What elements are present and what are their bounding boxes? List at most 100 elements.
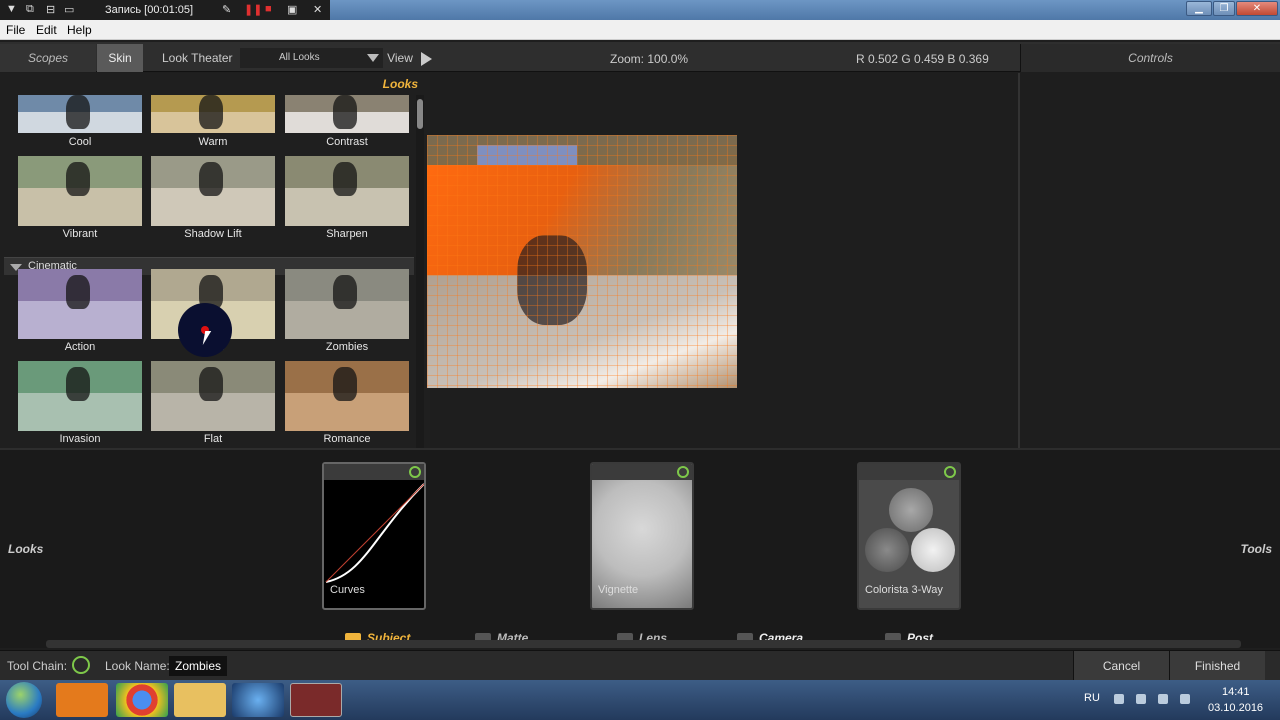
- look-thumb-cool[interactable]: [18, 95, 142, 133]
- tray-network-icon[interactable]: [1136, 694, 1146, 704]
- preview-grid: [427, 135, 737, 388]
- window-close-button[interactable]: ✕: [1236, 1, 1278, 16]
- bottom-bar: Tool Chain: Look Name: Zombies Cancel Fi…: [0, 650, 1280, 681]
- tool-chain-scrollbar[interactable]: [46, 640, 1241, 648]
- skin-tab[interactable]: Skin: [97, 44, 143, 72]
- look-label-flat: Flat: [203, 433, 223, 445]
- cancel-button[interactable]: Cancel: [1073, 651, 1169, 681]
- app-window: ▼ ⧉ ⊟ ▭ Запись [00:01:05] ✎ ❚❚ ■ ▣ ✕ ▁ ❐…: [0, 0, 1280, 720]
- looks-filter-select[interactable]: All Looks: [240, 48, 383, 68]
- taskbar: RU 14:41 03.10.2016: [0, 680, 1280, 720]
- language-indicator[interactable]: RU: [1084, 692, 1100, 704]
- tool-header: [859, 464, 959, 480]
- look-label-action: Action: [64, 341, 96, 353]
- app-icon[interactable]: [232, 683, 284, 717]
- pencil-icon[interactable]: ✎: [222, 3, 231, 16]
- tray-volume-icon[interactable]: [1158, 694, 1168, 704]
- controls-panel-divider: [1018, 73, 1020, 449]
- rgb-readout: R 0.502 G 0.459 B 0.369: [856, 52, 989, 66]
- media-player-icon[interactable]: [56, 683, 108, 717]
- tool-header: [592, 464, 692, 480]
- tray-signal-icon[interactable]: [1180, 694, 1190, 704]
- look-label-contrast: Contrast: [326, 136, 368, 148]
- color-wheel-shadows[interactable]: [865, 528, 909, 572]
- look-label-warm: Warm: [198, 136, 228, 148]
- look-name-label: Look Name:: [105, 659, 170, 673]
- curves-label: Curves: [330, 584, 365, 596]
- look-thumb-flat[interactable]: [151, 361, 275, 431]
- menu-edit[interactable]: Edit: [36, 23, 57, 37]
- look-label-romance: Romance: [323, 433, 371, 445]
- look-label-vibrant: Vibrant: [62, 228, 98, 240]
- looks-header: Looks: [382, 77, 418, 91]
- power-icon[interactable]: [944, 466, 956, 478]
- looks-filter-value: All Looks: [279, 52, 320, 63]
- tools-side-label: Tools: [1240, 542, 1272, 556]
- looks-side-label: Looks: [8, 542, 44, 556]
- close-icon[interactable]: ✕: [313, 3, 322, 16]
- recording-title: Запись [00:01:05]: [105, 4, 194, 16]
- camera-icon[interactable]: ▣: [287, 3, 297, 16]
- look-name-input[interactable]: Zombies: [169, 656, 227, 676]
- look-thumb-invasion[interactable]: [18, 361, 142, 431]
- active-app-icon[interactable]: [290, 683, 342, 717]
- zoom-readout: Zoom: 100.0%: [610, 52, 689, 66]
- look-label-invasion: Invasion: [59, 433, 101, 445]
- colorista-tool[interactable]: Colorista 3-Way: [857, 462, 961, 610]
- look-thumb-action[interactable]: [18, 269, 142, 339]
- looks-scrollbar[interactable]: [416, 95, 424, 449]
- dropdown-icon[interactable]: ▼: [6, 3, 17, 15]
- look-thumb-romance[interactable]: [285, 361, 409, 431]
- colorista-label: Colorista 3-Way: [865, 584, 943, 596]
- fullscreen-icon[interactable]: ▭: [64, 3, 74, 16]
- menu-file[interactable]: File: [6, 23, 25, 37]
- main-area: Scopes Skin Look Theater All Looks View …: [0, 40, 1280, 681]
- tool-chain-area: Looks Tools Curves Vignette Colorista 3-…: [0, 450, 1280, 648]
- title-bar: ▼ ⧉ ⊟ ▭ Запись [00:01:05] ✎ ❚❚ ■ ▣ ✕ ▁ ❐…: [0, 0, 1280, 20]
- look-thumb-shadow-lift[interactable]: [151, 156, 275, 226]
- look-thumb-zombies[interactable]: [285, 269, 409, 339]
- video-preview[interactable]: [427, 135, 737, 388]
- tool-chain-power-icon[interactable]: [72, 656, 90, 674]
- recorder-toolbar: ▼ ⧉ ⊟ ▭ Запись [00:01:05] ✎ ❚❚ ■ ▣ ✕: [0, 0, 330, 20]
- restore-icon[interactable]: ⊟: [46, 3, 55, 16]
- look-theater-label: Look Theater: [162, 51, 233, 65]
- power-icon[interactable]: [677, 466, 689, 478]
- color-wheel-midtones[interactable]: [911, 528, 955, 572]
- menu-help[interactable]: Help: [67, 23, 92, 37]
- play-icon[interactable]: [421, 52, 432, 66]
- vignette-tool[interactable]: Vignette: [590, 462, 694, 610]
- explorer-icon[interactable]: [174, 683, 226, 717]
- window-icon[interactable]: ⧉: [26, 3, 34, 16]
- look-thumb-sharpen[interactable]: [285, 156, 409, 226]
- looks-panel: Looks Cool Warm Contrast Vibrant Shadow …: [0, 73, 430, 449]
- look-thumb-vibrant[interactable]: [18, 156, 142, 226]
- look-label-sharpen: Sharpen: [326, 228, 368, 240]
- look-label-shadow-lift: Shadow Lift: [184, 228, 242, 240]
- finished-button[interactable]: Finished: [1169, 651, 1265, 681]
- look-thumb-contrast[interactable]: [285, 95, 409, 133]
- clock-time[interactable]: 14:41: [1222, 686, 1250, 698]
- look-thumb-warm[interactable]: [151, 95, 275, 133]
- look-label-zombies: Zombies: [325, 341, 369, 353]
- vignette-label: Vignette: [598, 584, 639, 596]
- controls-header: Controls: [1020, 44, 1280, 72]
- scopes-tab[interactable]: Scopes: [0, 44, 96, 72]
- look-label-cool: Cool: [68, 136, 92, 148]
- scrollbar-thumb[interactable]: [417, 99, 423, 129]
- minimize-button[interactable]: ▁: [1186, 1, 1212, 16]
- top-toolbar: Scopes Skin Look Theater All Looks View …: [0, 42, 1280, 72]
- tray-up-icon[interactable]: [1114, 694, 1124, 704]
- start-button[interactable]: [6, 682, 42, 718]
- clock-date[interactable]: 03.10.2016: [1208, 702, 1263, 714]
- curves-tool[interactable]: Curves: [322, 462, 426, 610]
- menu-bar: File Edit Help: [0, 20, 1280, 40]
- chevron-down-icon: [367, 54, 379, 62]
- pause-icon[interactable]: ❚❚: [244, 3, 262, 16]
- stop-icon[interactable]: ■: [265, 3, 272, 15]
- view-label[interactable]: View: [382, 44, 418, 72]
- chrome-icon[interactable]: [116, 683, 168, 717]
- maximize-button[interactable]: ❐: [1213, 1, 1235, 16]
- color-wheel-highlights[interactable]: [889, 488, 933, 532]
- tool-chain-label: Tool Chain:: [7, 659, 68, 673]
